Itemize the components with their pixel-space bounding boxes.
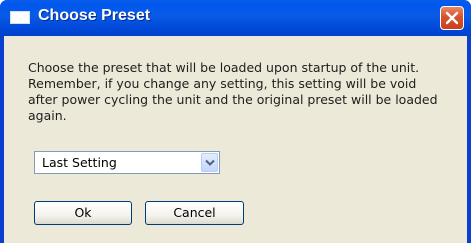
dropdown-arrow-button[interactable]: [201, 153, 218, 172]
chevron-down-icon: [205, 159, 215, 166]
cancel-button[interactable]: Cancel: [145, 201, 244, 225]
title-bar[interactable]: Choose Preset: [0, 0, 471, 36]
preset-selected-value: Last Setting: [42, 155, 117, 170]
close-icon: [445, 11, 459, 25]
window-icon: [10, 11, 30, 24]
preset-dropdown[interactable]: Last Setting: [34, 151, 220, 174]
close-button[interactable]: [440, 6, 464, 30]
ok-button[interactable]: Ok: [34, 201, 132, 225]
preset-description: Choose the preset that will be loaded up…: [28, 60, 438, 123]
window-title: Choose Preset: [38, 7, 151, 24]
